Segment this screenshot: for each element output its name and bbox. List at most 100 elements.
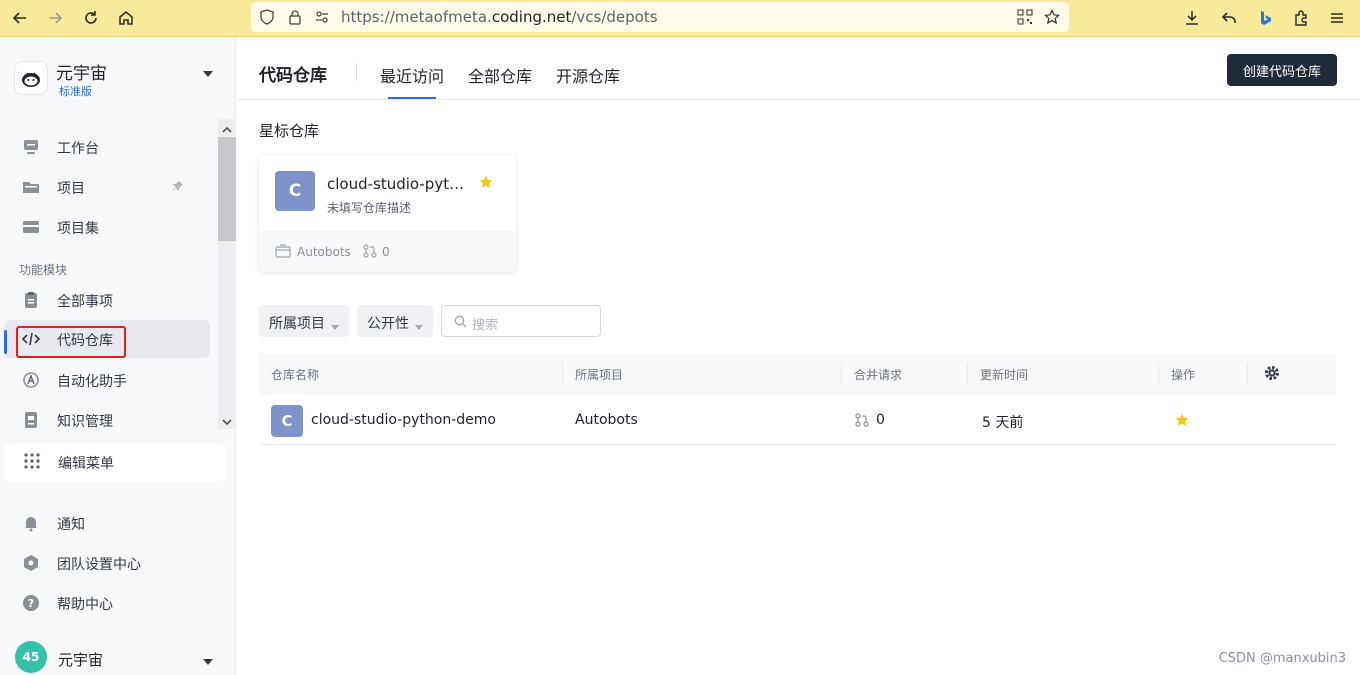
grid-dots-icon (24, 453, 40, 473)
scroll-up-icon[interactable] (222, 123, 232, 133)
sidebar-item-project-sets[interactable]: 项目集 (4, 208, 210, 246)
column-header-actions: 操作 (1171, 368, 1196, 382)
settings-icon (22, 554, 40, 572)
visibility-filter[interactable]: 公开性 (357, 305, 433, 337)
forward-icon[interactable] (43, 6, 67, 30)
back-icon[interactable] (8, 6, 32, 30)
bookmark-star-icon[interactable] (1044, 9, 1060, 25)
column-divider (841, 363, 842, 385)
user-name[interactable]: 元宇宙 (58, 649, 103, 670)
repo-name[interactable]: cloud-studio-pyth... (327, 175, 471, 193)
address-bar[interactable]: https://metaofmeta.coding.net/vcs/depots (251, 2, 1069, 32)
url-prefix: https://metaofmeta. (341, 8, 492, 26)
sidebar-item-label: 知识管理 (57, 414, 113, 430)
sidebar-item-label: 通知 (57, 517, 85, 533)
sidebar: 元宇宙 标准版 工作台 项目 项目集 功能模块 全部事项 代码仓库 自动化助手 … (0, 37, 236, 675)
qr-code-icon[interactable] (1017, 9, 1033, 25)
sidebar-item-automation[interactable]: 自动化助手 (4, 361, 210, 399)
search-input[interactable]: 搜索 (441, 305, 601, 337)
knowledge-icon (22, 411, 40, 429)
automation-icon (22, 371, 40, 389)
lock-icon[interactable] (287, 9, 303, 25)
sidebar-item-label: 全部事项 (57, 294, 113, 310)
project-filter-label: 所属项目 (269, 316, 325, 332)
scrollbar-thumb[interactable] (218, 137, 236, 241)
sidebar-item-team-settings[interactable]: 团队设置中心 (4, 544, 210, 582)
page-header: 代码仓库 最近访问 全部仓库 开源仓库 创建代码仓库 (237, 37, 1360, 100)
plan-badge: 标准版 (59, 85, 92, 98)
sidebar-item-label: 工作台 (57, 141, 99, 157)
project-filter[interactable]: 所属项目 (259, 305, 349, 337)
sidebar-item-knowledge[interactable]: 知识管理 (4, 401, 210, 439)
sidebar-item-projects[interactable]: 项目 (4, 168, 210, 206)
download-icon[interactable] (1180, 6, 1204, 30)
project-set-icon (22, 218, 40, 236)
tab-all-repos[interactable]: 全部仓库 (468, 63, 532, 87)
url-text[interactable]: https://metaofmeta.coding.net/vcs/depots (341, 8, 658, 26)
gear-icon[interactable] (1263, 364, 1281, 386)
sidebar-item-label: 项目 (57, 181, 85, 197)
tab-open-source[interactable]: 开源仓库 (556, 63, 620, 87)
section-label: 功能模块 (19, 263, 68, 277)
create-repo-button[interactable]: 创建代码仓库 (1227, 54, 1337, 86)
bing-icon[interactable] (1253, 6, 1277, 30)
active-tab-underline (388, 97, 436, 99)
team-name[interactable]: 元宇宙 (56, 59, 107, 84)
extensions-icon[interactable] (1289, 6, 1313, 30)
updated-cell: 5 天前 (982, 415, 1024, 431)
bell-icon (22, 514, 40, 532)
repo-name-cell[interactable]: cloud-studio-python-demo (311, 412, 496, 428)
repo-description: 未填写仓库描述 (327, 201, 412, 215)
main-content: 代码仓库 最近访问 全部仓库 开源仓库 创建代码仓库 星标仓库 C cloud-… (237, 37, 1360, 675)
workbench-icon (22, 138, 40, 156)
reload-icon[interactable] (79, 6, 103, 30)
folder-icon (22, 178, 40, 196)
star-icon[interactable] (1175, 413, 1189, 431)
undo-icon[interactable] (1217, 6, 1241, 30)
column-header-name: 仓库名称 (271, 368, 320, 382)
star-icon[interactable] (479, 175, 493, 193)
active-indicator (4, 330, 7, 354)
column-divider (562, 363, 563, 385)
page-title: 代码仓库 (259, 66, 327, 86)
edit-menu-label: 编辑菜单 (58, 456, 114, 472)
column-header-merge: 合并请求 (854, 368, 903, 382)
sidebar-item-all-issues[interactable]: 全部事项 (4, 281, 210, 319)
scroll-down-icon[interactable] (222, 415, 232, 426)
shield-icon[interactable] (259, 9, 275, 25)
clipboard-icon (22, 291, 40, 309)
starred-repo-card[interactable]: C cloud-studio-pyth... 未填写仓库描述 Autobots … (259, 155, 516, 272)
url-domain: coding.net (491, 8, 572, 26)
site-permissions-icon[interactable] (314, 9, 330, 25)
merge-request-icon (363, 244, 377, 262)
column-divider (967, 363, 968, 385)
team-logo[interactable] (14, 61, 48, 95)
repo-avatar: C (271, 405, 303, 437)
pin-icon[interactable] (172, 180, 184, 196)
repo-avatar: C (275, 171, 315, 211)
table-row[interactable]: C cloud-studio-python-demo Autobots 0 5 … (259, 395, 1336, 445)
project-cell[interactable]: Autobots (575, 412, 638, 428)
sidebar-item-label: 项目集 (57, 221, 99, 237)
user-avatar[interactable]: 45 (15, 641, 47, 673)
sidebar-item-help[interactable]: ? 帮助中心 (4, 584, 210, 622)
card-footer: Autobots 0 (259, 231, 516, 272)
menu-icon[interactable] (1325, 6, 1349, 30)
table-header: 仓库名称 所属项目 合并请求 更新时间 操作 (259, 353, 1336, 395)
visibility-filter-label: 公开性 (367, 316, 409, 332)
sidebar-item-workbench[interactable]: 工作台 (4, 128, 210, 166)
card-merge-count: 0 (382, 245, 390, 259)
card-project[interactable]: Autobots (297, 245, 351, 259)
sidebar-item-notifications[interactable]: 通知 (4, 504, 210, 542)
column-divider (1247, 363, 1248, 385)
caret-down-icon[interactable] (203, 653, 213, 669)
tab-recent[interactable]: 最近访问 (380, 63, 444, 87)
svg-text:?: ? (28, 597, 34, 610)
sidebar-scrollbar[interactable] (218, 119, 236, 429)
caret-down-icon (331, 318, 339, 334)
search-placeholder: 搜索 (472, 318, 499, 333)
edit-menu-button[interactable]: 编辑菜单 (4, 443, 226, 481)
caret-down-icon (415, 318, 423, 334)
caret-down-icon[interactable] (203, 65, 213, 81)
home-icon[interactable] (114, 6, 138, 30)
